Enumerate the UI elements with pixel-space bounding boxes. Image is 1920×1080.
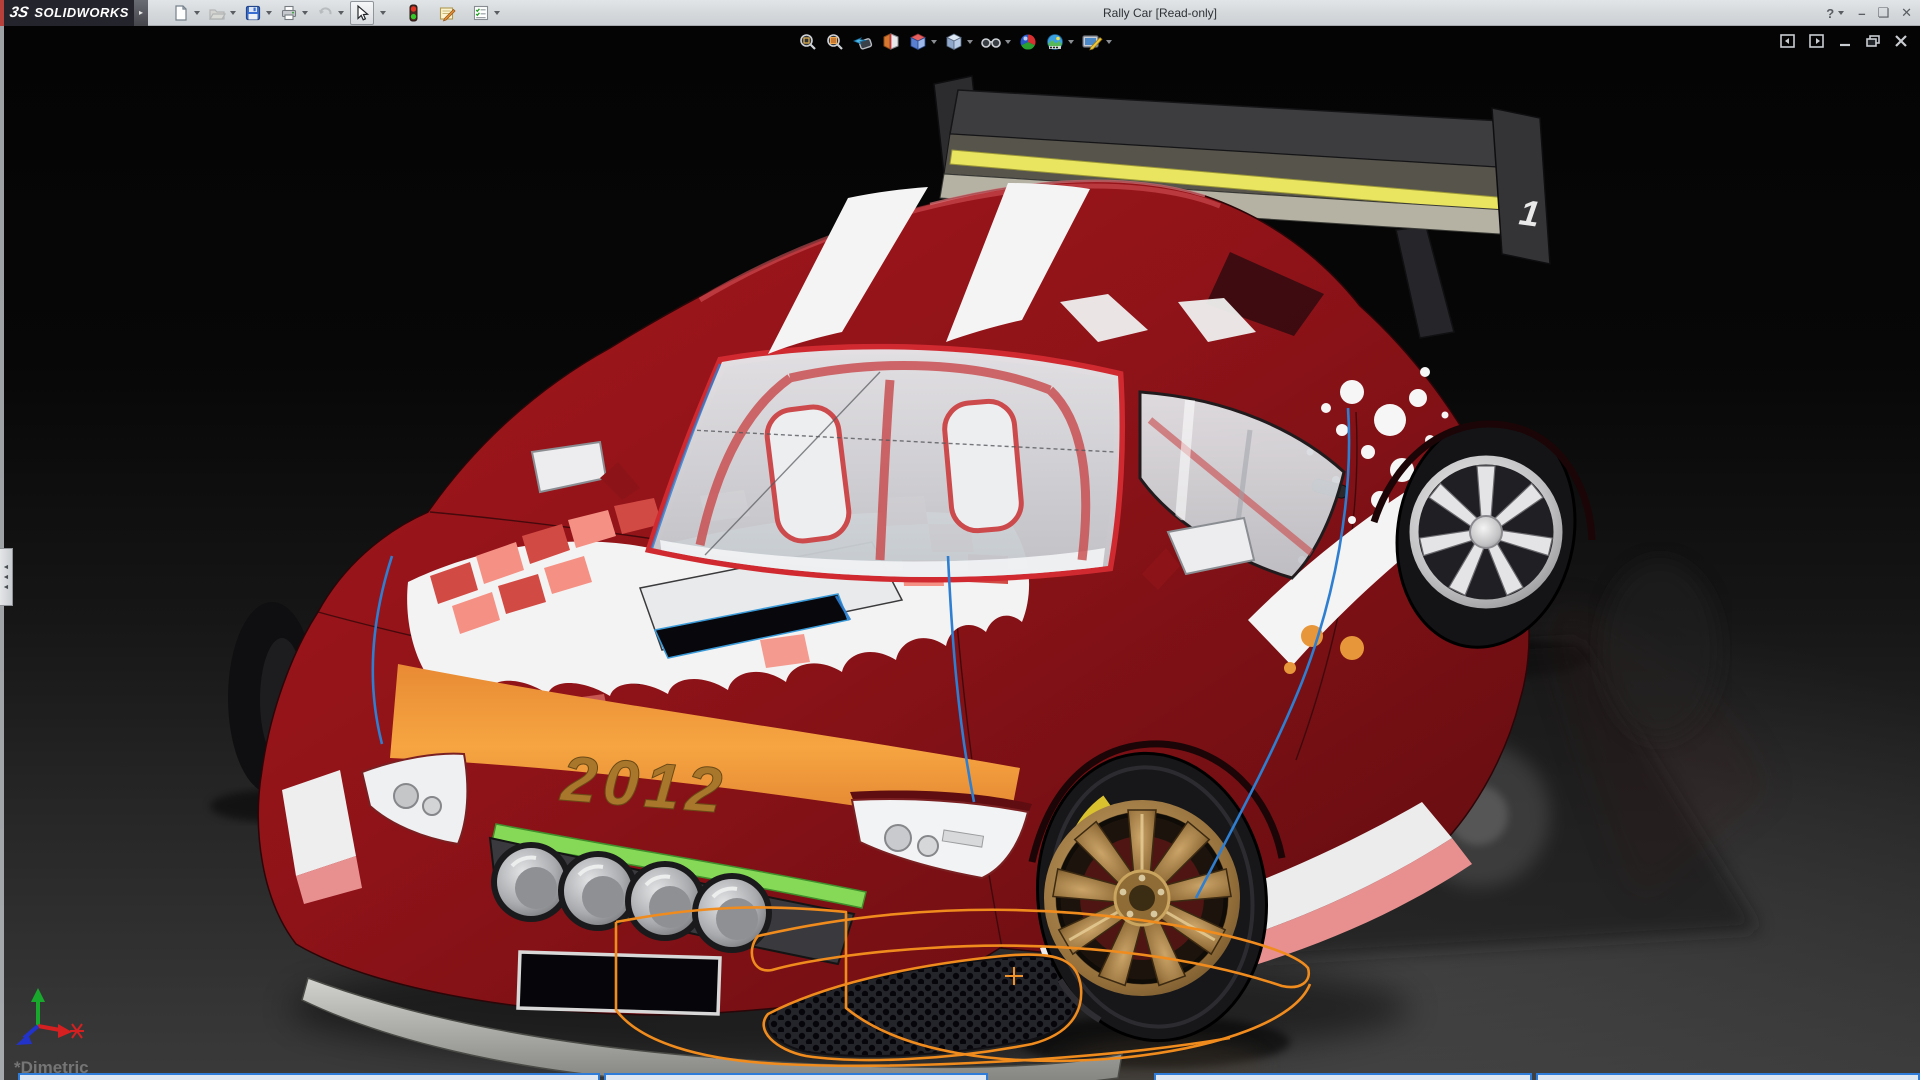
previous-view-button[interactable]	[852, 32, 874, 52]
close-button[interactable]: ✕	[1901, 5, 1912, 21]
edit-appearance-note-button[interactable]	[436, 2, 458, 24]
dropdown-caret-icon[interactable]	[967, 40, 973, 44]
dropdown-caret-icon[interactable]	[302, 10, 308, 15]
appearance-note-icon	[439, 6, 456, 21]
open-document-button[interactable]	[206, 2, 240, 24]
display-style-cube-icon	[946, 33, 962, 51]
new-document-button[interactable]	[170, 2, 204, 24]
left-arrow-icon: ◄	[2, 573, 10, 581]
new-document-icon	[175, 4, 187, 21]
open-folder-icon	[208, 8, 226, 20]
help-button[interactable]: ?	[1826, 6, 1846, 21]
eyeglasses-icon	[981, 38, 1001, 48]
section-view-button[interactable]	[881, 32, 901, 52]
apply-scene-icon	[1047, 34, 1063, 50]
standard-toolbar	[170, 0, 504, 25]
solidworks-logo-mark: 3S	[8, 4, 31, 21]
rally-car-model[interactable]: 1 2012	[0, 26, 1920, 1080]
minimize-button[interactable]: –	[1858, 6, 1865, 21]
save-button[interactable]	[242, 2, 276, 24]
select-tool-button[interactable]	[350, 0, 374, 25]
options-button[interactable]	[470, 2, 504, 24]
title-bar: 3S SOLIDWORKS ▸ Rally Car [Read-only] ? …	[0, 0, 1920, 26]
orientation-triad	[16, 988, 84, 1045]
select-cursor-icon	[357, 4, 370, 21]
cropped-window-edge[interactable]	[18, 1073, 600, 1080]
document-window-controls	[1780, 34, 1908, 48]
apply-scene-button[interactable]	[1045, 32, 1074, 52]
dropdown-caret-icon[interactable]	[1005, 40, 1011, 44]
undo-button[interactable]	[314, 2, 348, 24]
graphics-viewport[interactable]: 1 2012 ◄ ◄ ◄ *Dimetric	[0, 26, 1920, 1080]
select-tool-dropdown[interactable]	[376, 9, 390, 17]
feature-panel-expand-tab[interactable]: ◄ ◄ ◄	[0, 548, 13, 606]
rebuild-button[interactable]	[402, 2, 424, 24]
edit-appearance-button[interactable]	[1018, 32, 1038, 52]
decal-2012: 2012	[558, 742, 731, 827]
cropped-window-edge[interactable]	[604, 1073, 988, 1080]
dropdown-caret-icon[interactable]	[338, 10, 344, 15]
bottom-window-edges	[0, 1073, 1920, 1080]
dropdown-caret-icon[interactable]	[230, 10, 236, 15]
cropped-window-edge[interactable]	[1536, 1073, 1920, 1080]
cropped-window-edge[interactable]	[1154, 1073, 1532, 1080]
appearance-ball-icon	[1020, 34, 1036, 50]
save-floppy-icon	[245, 5, 261, 20]
dropdown-caret-icon[interactable]	[494, 10, 500, 15]
view-settings-button[interactable]	[1081, 32, 1112, 52]
license-plate	[516, 950, 722, 1016]
menu-flyout-arrow-icon[interactable]: ▸	[134, 0, 148, 26]
printer-icon	[281, 5, 297, 20]
dropdown-caret-icon[interactable]	[931, 40, 937, 44]
window-controls: ? – ❏ ✕	[1826, 0, 1912, 26]
display-style-button[interactable]	[944, 32, 973, 52]
undo-arrow-icon	[319, 6, 332, 14]
solidworks-logo-text: SOLIDWORKS	[34, 5, 129, 20]
section-view-icon	[883, 33, 899, 50]
options-checklist-icon	[473, 5, 489, 20]
close-icon: ✕	[1901, 5, 1912, 20]
minimize-icon: –	[1858, 5, 1866, 21]
collapse-right-panel-icon[interactable]	[1809, 34, 1825, 48]
zoom-to-fit-icon	[800, 34, 816, 50]
windshield[interactable]	[644, 343, 1126, 598]
restore-button[interactable]: ❏	[1877, 5, 1889, 21]
rebuild-traffic-light-icon	[409, 4, 418, 21]
dropdown-caret-icon[interactable]	[1106, 40, 1112, 44]
print-button[interactable]	[278, 2, 312, 24]
left-arrow-icon: ◄	[2, 563, 10, 571]
view-settings-icon	[1082, 35, 1103, 51]
document-restore-icon[interactable]	[1865, 34, 1881, 48]
document-close-icon[interactable]	[1894, 34, 1908, 48]
dropdown-caret-icon[interactable]	[380, 10, 386, 15]
solidworks-window: 3S SOLIDWORKS ▸ Rally Car [Read-only] ? …	[0, 0, 1920, 1080]
collapse-left-panel-icon[interactable]	[1780, 34, 1796, 48]
view-orientation-button[interactable]	[908, 32, 937, 52]
dropdown-caret-icon[interactable]	[1068, 40, 1074, 44]
help-icon: ?	[1826, 5, 1835, 21]
view-orientation-cube-icon	[910, 33, 926, 51]
dropdown-caret-icon[interactable]	[266, 10, 272, 15]
solidworks-logo: 3S SOLIDWORKS	[0, 0, 134, 26]
zoom-to-area-icon	[827, 34, 843, 50]
left-arrow-icon: ◄	[2, 583, 10, 591]
previous-view-icon	[852, 37, 873, 50]
dropdown-caret-icon[interactable]	[1838, 11, 1845, 15]
headsup-view-toolbar	[798, 32, 1112, 52]
window-title: Rally Car [Read-only]	[1102, 6, 1218, 20]
hide-show-items-button[interactable]	[980, 32, 1011, 52]
restore-icon: ❏	[1877, 5, 1890, 20]
zoom-to-fit-button[interactable]	[798, 32, 818, 52]
dropdown-caret-icon[interactable]	[194, 10, 200, 15]
document-minimize-icon[interactable]	[1838, 34, 1852, 48]
zoom-to-area-button[interactable]	[825, 32, 845, 52]
